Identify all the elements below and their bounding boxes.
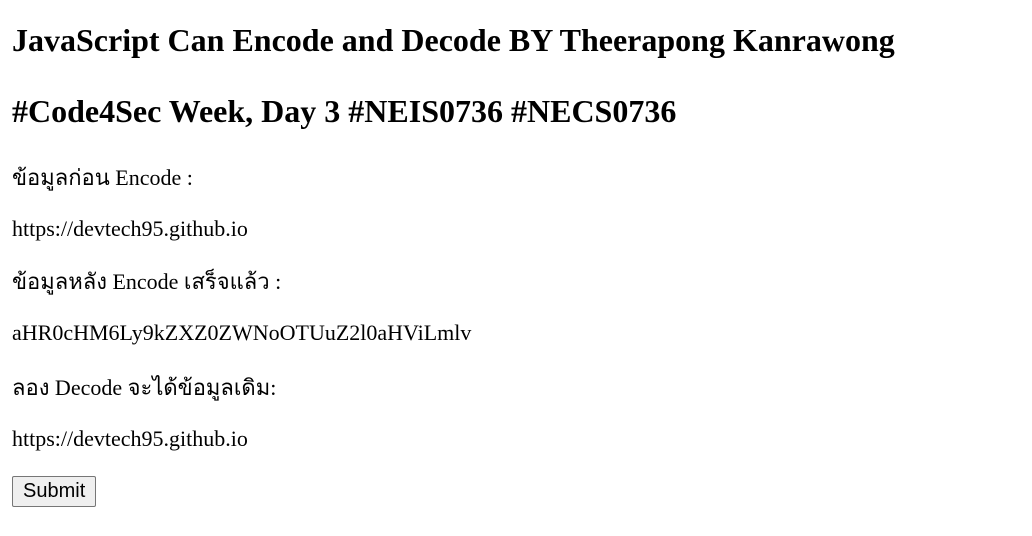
after-encode-value: aHR0cHM6Ly9kZXZ0ZWNoOTUuZ2l0aHViLmlv xyxy=(12,320,472,345)
page-subtitle: #Code4Sec Week, Day 3 #NEIS0736 #NECS073… xyxy=(12,93,677,129)
page: JavaScript Can Encode and Decode BY Thee… xyxy=(0,0,1032,536)
decode-value: https://devtech95.github.io xyxy=(12,426,248,451)
before-encode-label: ข้อมูลก่อน Encode : xyxy=(12,165,193,190)
after-encode-label: ข้อมูลหลัง Encode เสร็จแล้ว : xyxy=(12,269,282,294)
before-encode-value: https://devtech95.github.io xyxy=(12,216,248,241)
page-title: JavaScript Can Encode and Decode BY Thee… xyxy=(12,22,895,58)
decode-label: ลอง Decode จะได้ข้อมูลเดิม: xyxy=(12,375,277,400)
submit-button[interactable]: Submit xyxy=(12,476,97,507)
